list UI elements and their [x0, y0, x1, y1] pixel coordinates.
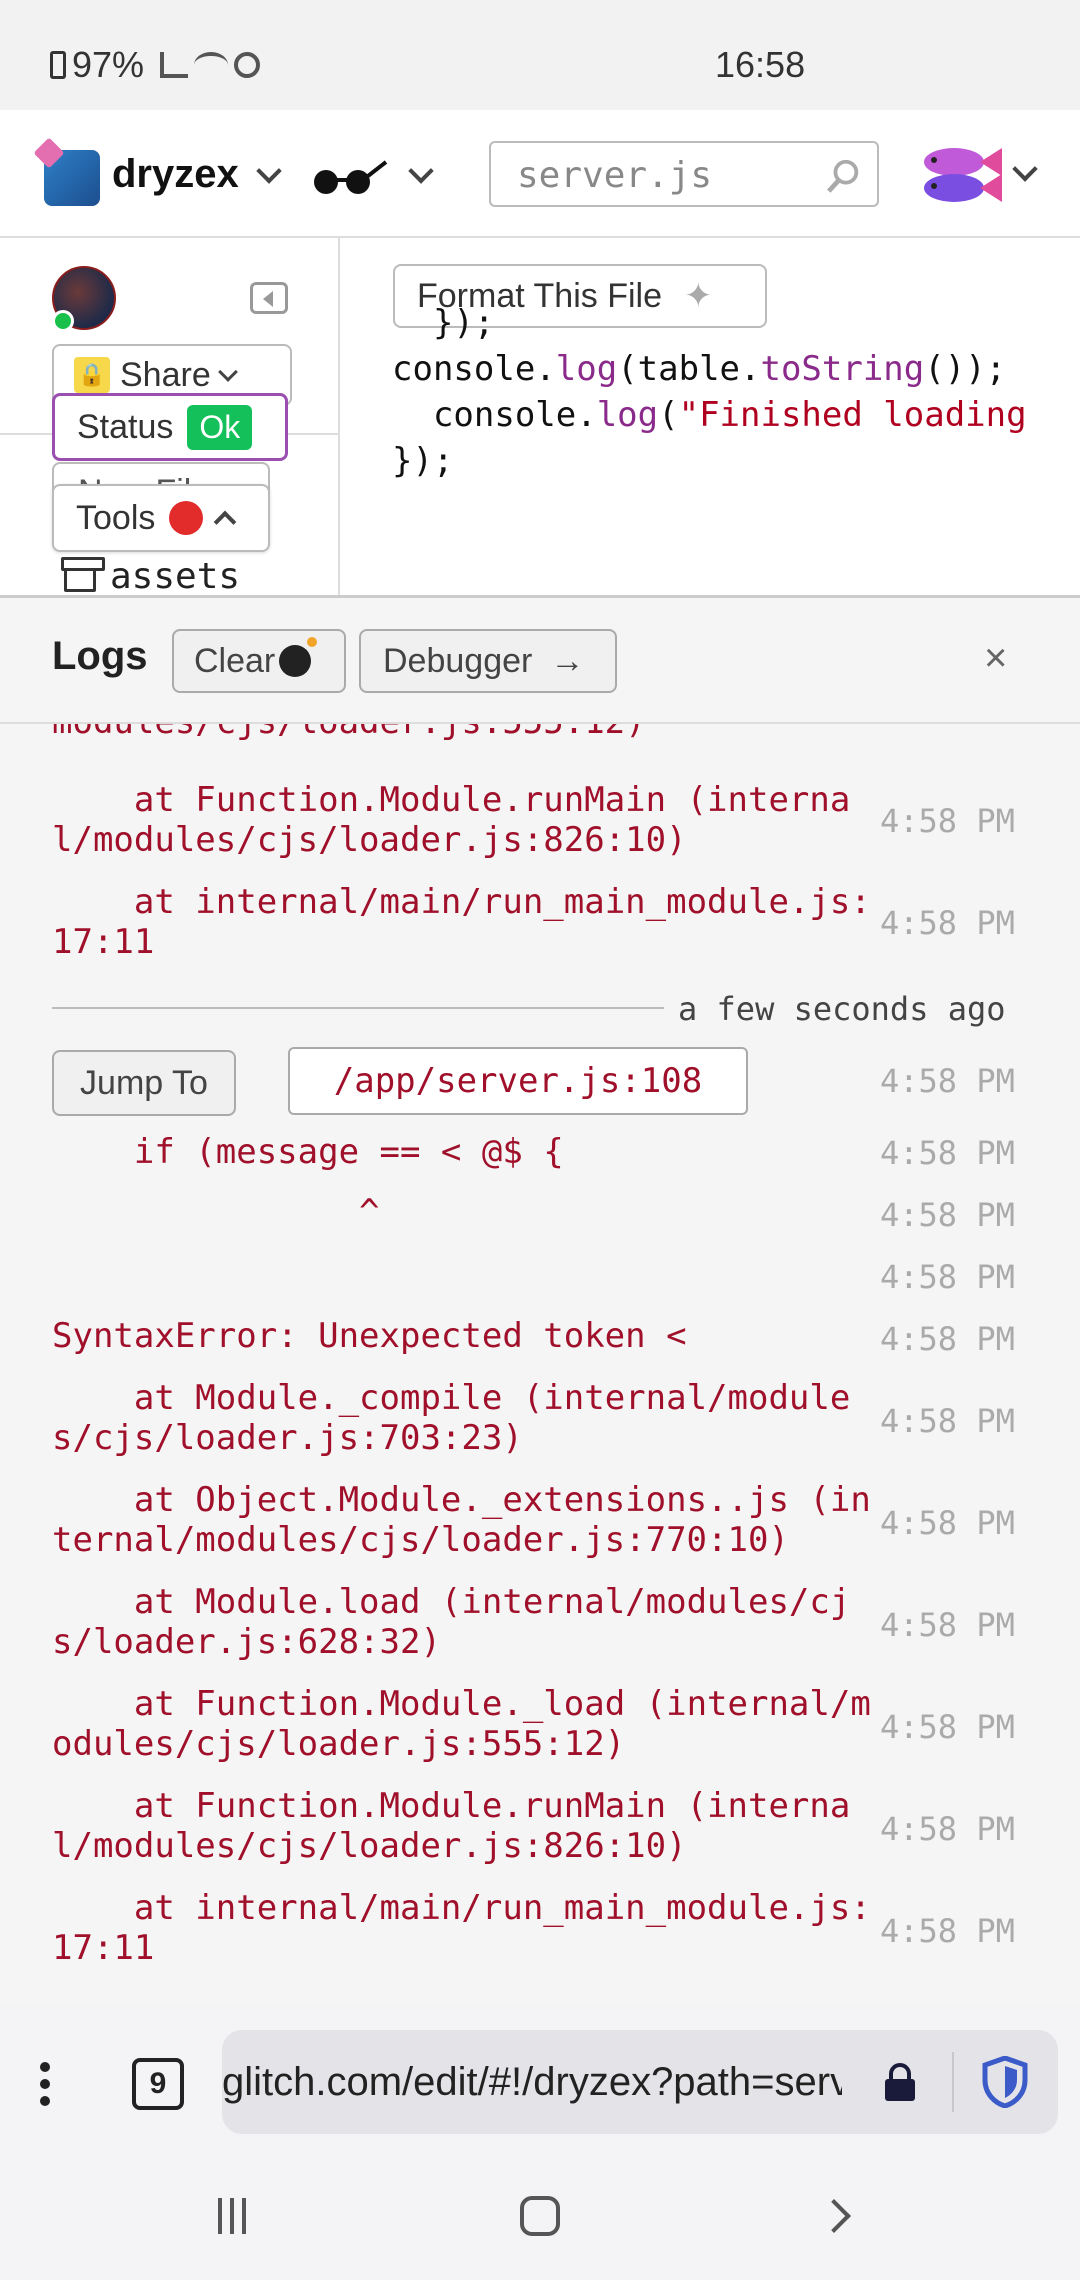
sidebar: 🔒 Share New File Status Ok Tools assets	[0, 238, 340, 597]
status-badge: Ok	[187, 404, 253, 450]
editor-area: 🔒 Share New File Status Ok Tools assets …	[0, 238, 1080, 598]
debugger-button[interactable]: Debugger →	[359, 629, 617, 693]
tools-alert-dot	[169, 501, 204, 535]
logs-title: Logs	[52, 634, 148, 678]
code-line: });	[392, 303, 495, 343]
log-entry: at internal/main/run_main_module.js:17:1…	[52, 882, 871, 962]
log-timestamp: 4:58 PM	[880, 1504, 1015, 1542]
log-timestamp: 4:58 PM	[880, 1134, 1015, 1172]
share-label: Share	[120, 355, 211, 394]
user-fish-avatar[interactable]	[920, 140, 1004, 210]
log-entry: at internal/main/run_main_module.js:17:1…	[52, 1888, 871, 1968]
home-icon[interactable]	[520, 2196, 560, 2236]
app-header: dryzex	[0, 110, 1080, 238]
folder-archive-icon	[61, 556, 105, 592]
url-text[interactable]: glitch.com/edit/#!/dryzex?path=server.js…	[222, 2060, 842, 2105]
log-entry: if (message == < @$ {	[52, 1132, 564, 1172]
log-entry: at Function.Module.runMain (internal/mod…	[52, 780, 851, 860]
collapse-sidebar-button[interactable]	[250, 282, 288, 314]
log-entry: modules/cjs/loader.js:555:12)	[52, 724, 872, 742]
clear-logs-button[interactable]: Clear	[172, 629, 346, 693]
status-icons: 97%	[50, 44, 261, 86]
log-timestamp: 4:58 PM	[880, 1810, 1015, 1848]
log-entry: at Module.load (internal/modules/cjs/loa…	[52, 1582, 851, 1662]
clear-label: Clear	[194, 641, 276, 680]
browser-toolbar: 9 glitch.com/edit/#!/dryzex?path=server.…	[0, 2006, 1080, 2166]
tools-button[interactable]: Tools	[52, 484, 270, 552]
battery-charging-icon	[50, 51, 66, 79]
recent-apps-icon[interactable]	[218, 2198, 258, 2234]
log-timestamp: 4:58 PM	[880, 1912, 1015, 1950]
logs-header: Logs Clear Debugger → ×	[0, 598, 1080, 724]
time-separator-label: a few seconds ago	[678, 990, 1006, 1028]
file-search-box[interactable]	[489, 141, 879, 207]
system-nav-bar	[0, 2166, 1080, 2280]
lock-icon[interactable]	[882, 2062, 918, 2102]
log-timestamp: 4:58 PM	[880, 1062, 1015, 1100]
status-button[interactable]: Status Ok	[52, 393, 288, 461]
log-entry: at Object.Module._extensions..js (intern…	[52, 1480, 871, 1560]
time-separator-line	[52, 1007, 664, 1009]
arrow-right-icon: →	[550, 641, 585, 680]
shield-icon[interactable]	[982, 2056, 1028, 2108]
debugger-label: Debugger	[383, 641, 533, 680]
bomb-icon	[279, 637, 318, 677]
clock: 16:58	[715, 44, 806, 85]
log-timestamp: 4:58 PM	[880, 1708, 1015, 1746]
folder-item-assets[interactable]: assets	[61, 556, 241, 597]
log-entry: SyntaxError: Unexpected token <	[52, 1316, 687, 1356]
code-line: console.log(table.toString());	[392, 349, 1007, 389]
signal-icon	[160, 52, 189, 78]
code-editor[interactable]: }); console.log(table.toString()); consol…	[392, 303, 1027, 484]
wifi-icon	[194, 52, 229, 78]
log-entry: at Module._compile (internal/modules/cjs…	[52, 1378, 851, 1458]
project-chevron-down-icon[interactable]	[256, 158, 282, 184]
view-chevron-down-icon[interactable]	[408, 158, 434, 184]
glasses-icon[interactable]	[308, 158, 388, 198]
log-timestamp: 4:58 PM	[880, 1606, 1015, 1644]
project-avatar[interactable]	[44, 150, 100, 206]
file-search-input[interactable]	[517, 155, 817, 196]
lock-icon: 🔒	[74, 357, 110, 393]
status-bar: 97% 16:58	[0, 0, 1080, 110]
jump-to-path-link[interactable]: /app/server.js:108	[288, 1047, 748, 1115]
status-label: Status	[77, 407, 174, 446]
project-name[interactable]: dryzex	[112, 152, 239, 197]
url-divider	[952, 2052, 954, 2112]
tools-label: Tools	[76, 498, 156, 537]
log-entry: at Function.Module._load (internal/modul…	[52, 1684, 871, 1764]
log-timestamp: 4:58 PM	[880, 1402, 1015, 1440]
url-bar[interactable]: glitch.com/edit/#!/dryzex?path=server.js…	[222, 2030, 1058, 2134]
log-entry: ^	[52, 1192, 380, 1232]
log-timestamp: 4:58 PM	[880, 1258, 1015, 1296]
alarm-icon	[234, 52, 261, 78]
code-line: console.log("Finished loading	[392, 395, 1027, 435]
code-line: });	[392, 441, 454, 481]
more-options-icon[interactable]	[40, 2062, 54, 2112]
log-timestamp: 4:58 PM	[880, 1320, 1015, 1358]
account-chevron-down-icon[interactable]	[1012, 156, 1038, 182]
chevron-up-icon	[214, 510, 237, 534]
back-icon[interactable]	[817, 2199, 851, 2233]
log-entry: at Function.Module.runMain (internal/mod…	[52, 1786, 851, 1866]
jump-to-button[interactable]: Jump To	[52, 1050, 236, 1116]
log-timestamp: 4:58 PM	[880, 802, 1015, 840]
logs-list: modules/cjs/loader.js:555:12) at Functio…	[0, 724, 1080, 2006]
log-timestamp: 4:58 PM	[880, 904, 1015, 942]
online-status-dot	[52, 310, 74, 332]
close-icon[interactable]: ×	[984, 636, 1007, 681]
tabs-button[interactable]: 9	[132, 2058, 184, 2110]
log-timestamp: 4:58 PM	[880, 1196, 1015, 1234]
share-chevron-down-icon	[217, 362, 238, 382]
folder-label: assets	[110, 556, 241, 597]
battery-level: 97%	[72, 44, 145, 85]
search-icon[interactable]	[825, 157, 863, 195]
